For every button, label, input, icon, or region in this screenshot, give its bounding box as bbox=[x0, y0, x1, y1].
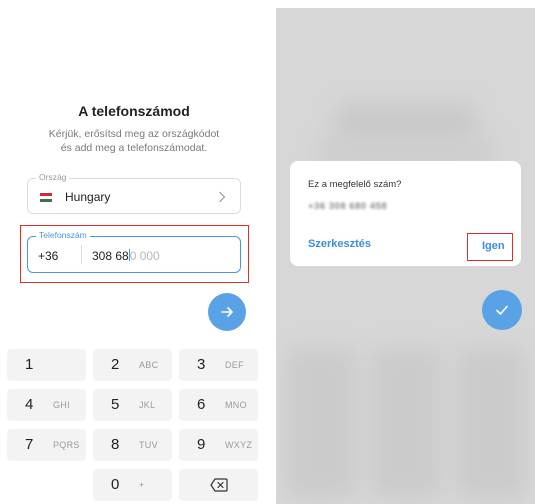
key-empty bbox=[7, 469, 86, 501]
backspace-icon bbox=[210, 478, 228, 492]
key-letters: TUV bbox=[139, 440, 158, 450]
key-7[interactable]: 7 PQRS bbox=[7, 429, 86, 461]
key-digit: 1 bbox=[25, 356, 34, 373]
key-5[interactable]: 5 JKL bbox=[93, 389, 172, 421]
confirm-fab[interactable] bbox=[482, 290, 522, 330]
country-code[interactable]: +36 bbox=[38, 249, 58, 263]
key-6[interactable]: 6 MNO bbox=[179, 389, 258, 421]
key-digit: 8 bbox=[111, 436, 120, 453]
key-digit: 0 bbox=[111, 476, 120, 493]
key-letters: JKL bbox=[139, 400, 156, 410]
key-letters: PQRS bbox=[53, 440, 80, 450]
phone-number-field[interactable]: Telefonszám +36 308 680 000 bbox=[27, 230, 241, 273]
key-8[interactable]: 8 TUV bbox=[93, 429, 172, 461]
key-letters: GHI bbox=[53, 400, 70, 410]
key-letters: MNO bbox=[225, 400, 247, 410]
hungary-flag-icon bbox=[40, 193, 52, 202]
key-digit: 3 bbox=[197, 356, 206, 373]
blur-shape bbox=[336, 103, 476, 143]
blur-shape bbox=[286, 348, 356, 498]
key-letters: WXYZ bbox=[225, 440, 253, 450]
arrow-right-icon bbox=[221, 307, 233, 317]
dialog-phone-number: +36 308 680 458 bbox=[308, 201, 388, 212]
key-3[interactable]: 3 DEF bbox=[179, 349, 258, 381]
field-divider bbox=[81, 245, 82, 264]
key-0[interactable]: 0 + bbox=[93, 469, 172, 501]
key-letters: + bbox=[139, 480, 145, 490]
key-digit: 7 bbox=[25, 436, 34, 453]
key-2[interactable]: 2 ABC bbox=[93, 349, 172, 381]
confirm-button[interactable]: Igen bbox=[482, 240, 505, 252]
country-label: Ország bbox=[36, 172, 70, 182]
page-title: A telefonszámod bbox=[78, 103, 190, 119]
key-digit: 5 bbox=[111, 396, 120, 413]
phone-label: Telefonszám bbox=[36, 230, 90, 240]
subtitle-line-1: Kérjük, erősítsd meg az országkódot bbox=[48, 128, 220, 140]
key-digit: 4 bbox=[25, 396, 34, 413]
chevron-right-icon bbox=[219, 191, 226, 203]
edit-button[interactable]: Szerkesztés bbox=[308, 238, 371, 250]
country-value: Hungary bbox=[65, 190, 111, 204]
country-selector[interactable]: Ország Hungary bbox=[27, 172, 241, 214]
next-button[interactable] bbox=[208, 293, 246, 331]
blur-shape bbox=[371, 348, 441, 498]
checkmark-icon bbox=[496, 305, 508, 315]
key-digit: 2 bbox=[111, 356, 120, 373]
key-letters: ABC bbox=[139, 360, 159, 370]
phone-number-input[interactable]: 308 680 000 bbox=[92, 249, 160, 263]
page-subtitle: Kérjük, erősítsd meg az országkódot és a… bbox=[0, 127, 268, 155]
blur-shape bbox=[456, 348, 526, 498]
key-letters: DEF bbox=[225, 360, 244, 370]
key-1[interactable]: 1 bbox=[7, 349, 86, 381]
key-digit: 6 bbox=[197, 396, 206, 413]
dialog-question: Ez a megfelelő szám? bbox=[308, 179, 402, 190]
phone-number-value: 308 68 bbox=[92, 249, 129, 263]
key-9[interactable]: 9 WXYZ bbox=[179, 429, 258, 461]
key-4[interactable]: 4 GHI bbox=[7, 389, 86, 421]
key-digit: 9 bbox=[197, 436, 206, 453]
subtitle-line-2: és add meg a telefonszámodat. bbox=[60, 142, 208, 154]
phone-entry-screen: A telefonszámod Kérjük, erősítsd meg az … bbox=[0, 0, 268, 504]
phone-number-placeholder: 0 000 bbox=[129, 249, 160, 263]
backspace-key[interactable] bbox=[179, 469, 258, 501]
